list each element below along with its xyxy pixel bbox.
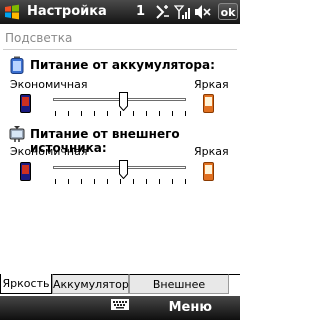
section-title: Подсветка xyxy=(5,31,73,45)
external-slider-thumb[interactable] xyxy=(118,160,128,179)
section-divider xyxy=(3,49,237,50)
ok-button[interactable]: ok xyxy=(218,3,238,20)
external-slider-ticks xyxy=(55,179,186,184)
window-title: Настройка xyxy=(27,4,107,19)
keyboard-icon[interactable] xyxy=(111,299,129,310)
battery-high-label: Яркая xyxy=(194,78,229,91)
external-high-label: Яркая xyxy=(194,145,229,158)
menu-button[interactable]: Меню xyxy=(169,300,212,315)
notification-count[interactable]: 1 xyxy=(136,4,145,19)
dim-phone-icon xyxy=(20,162,31,181)
speaker-muted-icon[interactable] xyxy=(194,4,212,20)
signal-icon[interactable] xyxy=(174,4,190,20)
tab-external-power[interactable]: Внешнее питание xyxy=(129,274,229,311)
battery-slider-thumb[interactable] xyxy=(118,92,128,111)
connectivity-icon[interactable] xyxy=(154,4,171,20)
windows-start-icon[interactable] xyxy=(3,3,21,21)
tab-battery[interactable]: Аккумулятор xyxy=(52,274,129,294)
tab-brightness[interactable]: Яркость xyxy=(0,274,52,294)
tab-strip: Яркость Аккумулятор Внешнее питание xyxy=(0,274,240,311)
battery-low-label: Экономичная xyxy=(10,78,88,91)
external-low-label: Экономичная xyxy=(10,145,88,158)
bright-phone-icon xyxy=(203,94,214,113)
bright-phone-icon xyxy=(203,162,214,181)
battery-icon xyxy=(10,56,24,74)
bottom-menu-bar: Меню xyxy=(0,296,240,320)
external-power-icon xyxy=(9,126,25,142)
battery-group-title: Питание от аккумулятора: xyxy=(30,58,215,72)
dim-phone-icon xyxy=(20,94,31,113)
title-bar: Настройка 1 ok xyxy=(0,0,240,24)
battery-slider-ticks xyxy=(55,111,186,116)
